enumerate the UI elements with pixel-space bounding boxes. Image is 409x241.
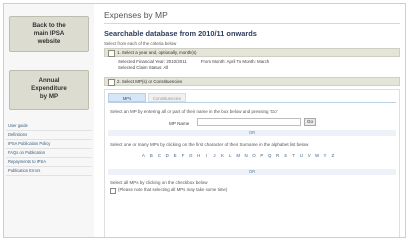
sidebar-link-publication-policy[interactable]: IPSA Publication Policy [6, 140, 92, 149]
alphabet-letter[interactable]: Z [330, 153, 335, 158]
alphabet-letter[interactable]: R [275, 153, 280, 158]
all-mps-checkbox[interactable] [110, 188, 116, 194]
alphabet-letter[interactable]: Q [267, 153, 272, 158]
page-title: Expenses by MP [104, 10, 168, 20]
alphabet-letter[interactable]: F [180, 153, 185, 158]
alphabet-letter[interactable]: P [259, 153, 264, 158]
alphabet-letter[interactable]: A [141, 153, 146, 158]
back-to-ipsa-button[interactable]: Back to the main IPSA website [9, 16, 89, 52]
mp-selection-panel: MPs Constituencies Select an MP by enter… [104, 89, 400, 237]
or-divider: OR [108, 169, 396, 175]
all-mps-checkbox-label: (Please note that selecting all MPs may … [118, 187, 228, 192]
sidebar-link-faqs[interactable]: FAQs on Publication [6, 149, 92, 158]
sidebar-link-user-guide[interactable]: User guide [6, 122, 92, 131]
month-range-text: From Month: April To Month: March [200, 59, 270, 64]
go-button[interactable]: Go [304, 118, 316, 126]
alphabet-letter[interactable]: Y [322, 153, 327, 158]
section-mps-header[interactable]: 2. Select MP(s) or Constituencies [104, 77, 400, 86]
expand-toggle-icon [108, 50, 115, 57]
alphabet-letter[interactable]: S [283, 153, 288, 158]
alphabet-letter[interactable]: M [236, 153, 241, 158]
annual-button-line-2: Expenditure [31, 85, 67, 92]
mp-name-instruction: Select an MP by entering all or part of … [110, 109, 278, 114]
alphabet-letter[interactable]: W [315, 153, 320, 158]
tab-underline [108, 102, 396, 103]
back-button-line-1: Back to the [32, 22, 66, 29]
annual-expenditure-button[interactable]: Annual Expenditure by MP [9, 70, 89, 110]
financial-year-text: Selected Financial Year: 2010/2011 [118, 59, 187, 64]
alphabet-letter[interactable]: B [149, 153, 154, 158]
mp-name-label: MP Name [169, 121, 190, 126]
alphabet-letter[interactable]: D [165, 153, 170, 158]
intro-text: Select from each of the criteria below [104, 41, 177, 46]
selected-period-info: Selected Financial Year: 2010/2011 From M… [118, 59, 269, 71]
sidebar: Back to the main IPSA website Annual Exp… [4, 4, 94, 237]
alphabet-instruction: Select one or many MPs by clicking on th… [110, 142, 309, 147]
page-subtitle: Searchable database from 2010/11 onwards [104, 29, 257, 38]
alphabet-letter[interactable]: I [204, 153, 209, 158]
main-content: Expenses by MP Searchable database from … [100, 4, 405, 237]
alphabet-letter[interactable]: E [173, 153, 178, 158]
tab-constituencies[interactable]: Constituencies [148, 93, 186, 102]
alphabet-letter[interactable]: G [188, 153, 193, 158]
alphabet-letter[interactable]: U [299, 153, 304, 158]
collapse-toggle-icon [108, 79, 115, 86]
alphabet-letter[interactable]: N [244, 153, 249, 158]
or-divider: OR [108, 130, 396, 136]
alphabet-letter[interactable]: O [251, 153, 256, 158]
all-mps-instruction: Select all MPs by clicking on the checkb… [110, 180, 208, 185]
back-button-line-3: website [37, 38, 61, 45]
alphabet-letter[interactable]: K [220, 153, 225, 158]
sidebar-link-publication-errors[interactable]: Publication Errors [6, 167, 92, 176]
annual-button-line-3: by MP [39, 93, 59, 100]
alphabet-list: A B C D E F G H I J K L M N O P Q R S T [141, 153, 335, 158]
mp-name-input[interactable] [197, 118, 301, 126]
alphabet-letter[interactable]: L [228, 153, 233, 158]
sidebar-link-repayments[interactable]: Repayments to IPSA [6, 158, 92, 167]
section-year-label: 1. Select a year and, optionally, month(… [117, 50, 197, 55]
alphabet-letter[interactable]: H [196, 153, 201, 158]
alphabet-letter[interactable]: C [157, 153, 162, 158]
alphabet-letter[interactable]: V [307, 153, 312, 158]
alphabet-letter[interactable]: J [212, 153, 217, 158]
title-divider [104, 23, 400, 24]
section-mps-label: 2. Select MP(s) or Constituencies [117, 79, 183, 84]
sidebar-link-definitions[interactable]: Definitions [6, 131, 92, 140]
claim-status-text: Selected Claim Status: All [118, 65, 169, 70]
annual-button-line-1: Annual [38, 77, 60, 84]
tab-mps[interactable]: MPs [108, 93, 146, 102]
sidebar-links: User guide Definitions IPSA Publication … [6, 122, 92, 176]
page-frame: Back to the main IPSA website Annual Exp… [3, 3, 406, 238]
section-year-header[interactable]: 1. Select a year and, optionally, month(… [104, 48, 400, 57]
back-button-line-2: main IPSA [33, 30, 65, 37]
alphabet-letter[interactable]: T [291, 153, 296, 158]
